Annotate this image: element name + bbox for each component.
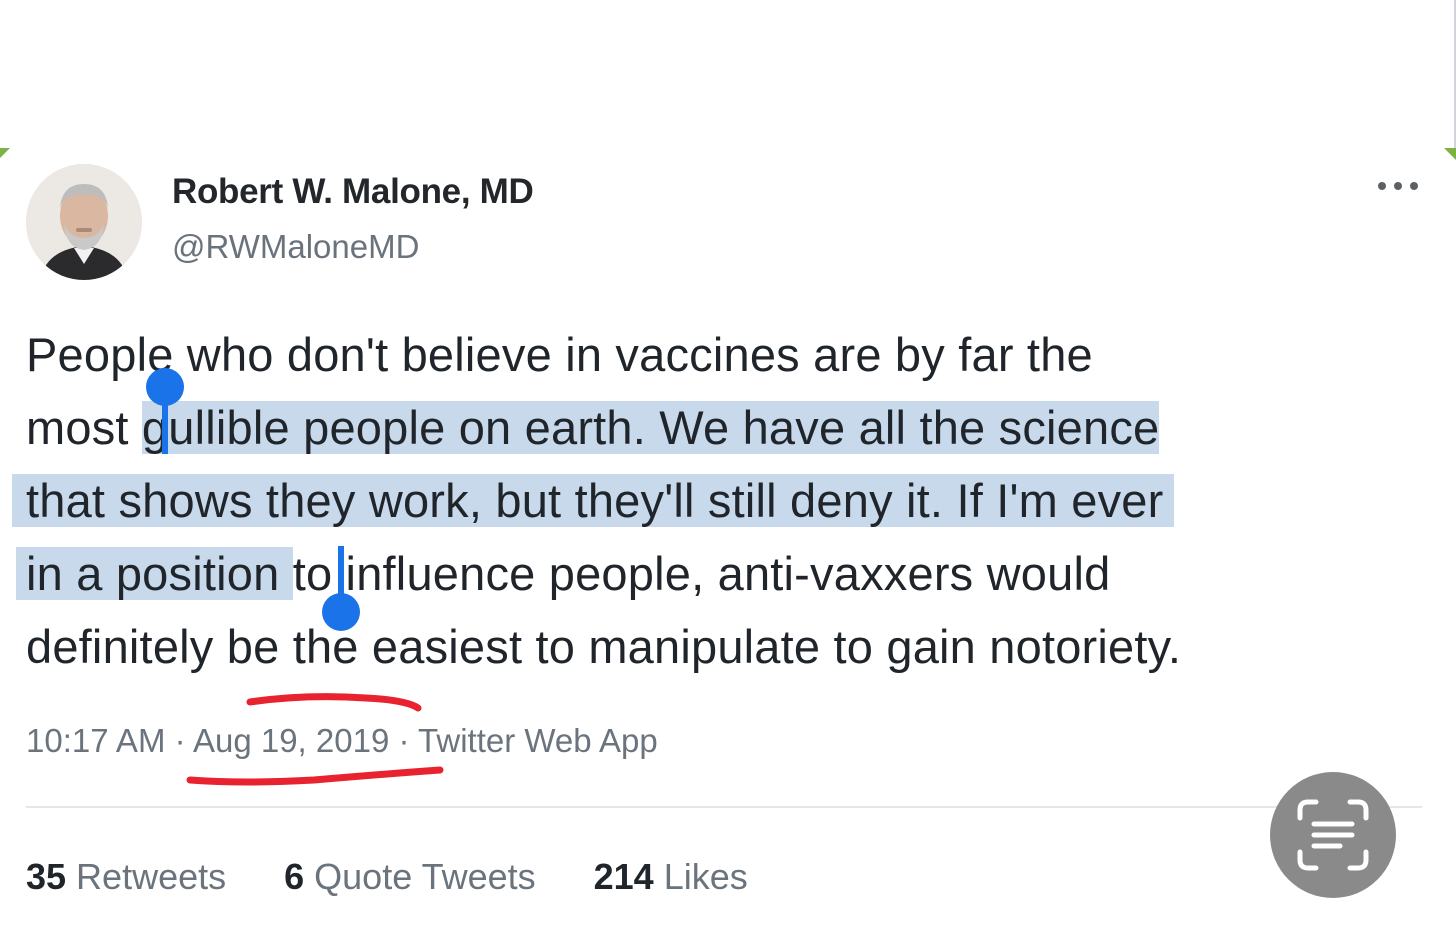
corner-marker-left	[0, 148, 10, 158]
quote-tweets-stat[interactable]: 6 Quote Tweets	[284, 856, 536, 898]
selected-text[interactable]: gullible people on earth. We have all th…	[141, 401, 1160, 454]
tweet-line: People who don't believe in vaccines are…	[26, 318, 1426, 391]
tweet-text: People who don't believe in vaccines are…	[12, 318, 1426, 683]
tweet-source[interactable]: Twitter Web App	[418, 722, 658, 759]
quote-tweets-label: Quote Tweets	[314, 856, 536, 897]
tweet-line: most gullible people on earth. We have a…	[26, 391, 1426, 464]
corner-marker-right	[1444, 148, 1456, 160]
tweet-line: definitely be the easiest to manipulate …	[26, 610, 1426, 683]
tweet-line: that shows they work, but they'll still …	[12, 464, 1426, 537]
author-name[interactable]: Robert W. Malone, MD	[172, 172, 534, 212]
retweets-label: Retweets	[76, 856, 227, 897]
text-scan-button[interactable]	[1270, 772, 1396, 898]
tweet-time: 10:17 AM	[26, 722, 166, 759]
selection-start-handle-knob[interactable]	[146, 368, 184, 406]
tweet-date[interactable]: Aug 19, 2019	[193, 722, 389, 759]
more-horizontal-icon	[1378, 182, 1386, 190]
tweet-text-segment: most	[26, 401, 142, 454]
text-scan-icon	[1297, 799, 1369, 871]
selection-end-handle-knob[interactable]	[322, 593, 360, 631]
selected-text[interactable]: that shows they work, but they'll still …	[12, 474, 1174, 527]
tweet-text-segment: People who don't believe in vaccines are…	[26, 328, 1093, 381]
likes-label: Likes	[663, 856, 748, 897]
more-options-button[interactable]	[1370, 166, 1426, 206]
selected-text[interactable]: in a position	[16, 547, 293, 600]
more-dot	[1410, 182, 1418, 190]
divider	[26, 806, 1422, 808]
meta-separator: ·	[165, 722, 193, 759]
retweets-count: 35	[26, 856, 67, 897]
likes-stat[interactable]: 214 Likes	[594, 856, 748, 898]
tweet-text-segment: to influence people, anti-vaxxers would	[292, 547, 1111, 600]
tweet-line: in a position to influence people, anti-…	[16, 537, 1426, 610]
avatar[interactable]	[26, 164, 142, 280]
author-handle[interactable]: @RWMaloneMD	[172, 228, 419, 266]
red-annotation-underline	[246, 693, 422, 712]
more-dot	[1394, 182, 1402, 190]
red-annotation-underline	[186, 766, 444, 786]
meta-separator: ·	[389, 722, 419, 759]
tweet-meta: 10:17 AM · Aug 19, 2019 · Twitter Web Ap…	[26, 722, 658, 760]
tweet-text-segment: definitely be the easiest to manipulate …	[26, 620, 1182, 673]
tweet-stats: 35 Retweets 6 Quote Tweets 214 Likes	[26, 856, 748, 898]
retweets-stat[interactable]: 35 Retweets	[26, 856, 226, 898]
quote-tweets-count: 6	[284, 856, 305, 897]
likes-count: 214	[593, 856, 654, 897]
